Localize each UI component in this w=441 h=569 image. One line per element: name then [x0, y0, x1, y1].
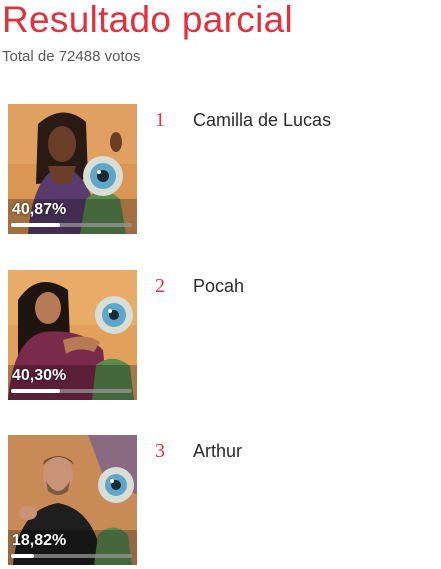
candidate-rank: 3: [155, 440, 165, 462]
total-votes: Total de 72488 votos: [2, 48, 141, 65]
candidate-name[interactable]: Camilla de Lucas: [193, 109, 331, 131]
candidate-photo-card[interactable]: 40,30%: [8, 270, 137, 400]
progress-bar: [11, 223, 132, 227]
candidate-name[interactable]: Arthur: [193, 440, 242, 462]
candidate-item[interactable]: 18,82% 3 Arthur: [0, 435, 441, 567]
candidate-photo-card[interactable]: 18,82%: [8, 435, 137, 565]
vote-percentage: 40,87%: [12, 201, 67, 218]
progress-bar: [11, 389, 132, 393]
candidate-name[interactable]: Pocah: [193, 275, 244, 297]
progress-bar: [11, 554, 132, 558]
candidate-item[interactable]: 40,30% 2 Pocah: [0, 270, 441, 402]
progress-bar-fill: [11, 554, 34, 558]
vote-percentage: 40,30%: [12, 367, 67, 384]
page-title: Resultado parcial: [2, 0, 293, 40]
vote-percentage: 18,82%: [12, 532, 67, 549]
candidate-item[interactable]: 40,87% 1 Camilla de Lucas: [0, 104, 441, 236]
candidate-rank: 2: [155, 275, 165, 297]
candidate-photo-card[interactable]: 40,87%: [8, 104, 137, 234]
progress-bar-fill: [11, 389, 60, 393]
candidate-rank: 1: [155, 109, 165, 131]
progress-bar-fill: [11, 223, 61, 227]
